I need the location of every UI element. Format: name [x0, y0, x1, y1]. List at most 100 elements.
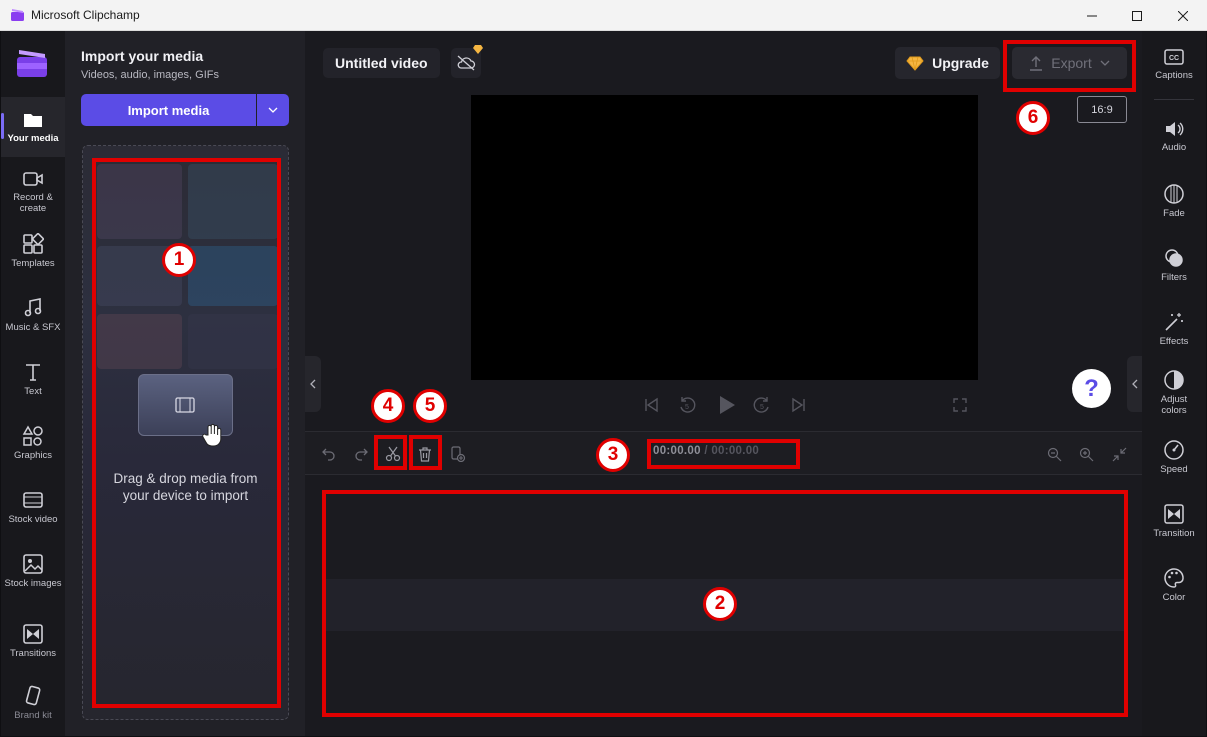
graphics-icon: [22, 425, 43, 446]
fit-timeline-button[interactable]: [1109, 444, 1129, 464]
nav-record-create[interactable]: Record & create: [1, 161, 65, 221]
nav-label: Transition: [1153, 528, 1195, 539]
nav-label: Fade: [1163, 208, 1185, 219]
media-drop-zone[interactable]: Drag & drop media from your device to im…: [82, 145, 289, 720]
cloud-sync-button[interactable]: [451, 45, 483, 78]
forward-5s-button[interactable]: 5: [752, 395, 772, 415]
nav-label: Your media: [7, 133, 59, 144]
delete-button[interactable]: [415, 444, 435, 464]
nav-label: Adjust colors: [1160, 394, 1188, 416]
nav-adjust-colors[interactable]: Adjust colors: [1142, 365, 1206, 425]
nav-label: Stock video: [8, 514, 58, 525]
left-nav: Your media Record & create Templates Mus…: [1, 31, 65, 736]
nav-fade[interactable]: Fade: [1142, 179, 1206, 239]
nav-brand-kit[interactable]: Brand kit: [1, 673, 65, 736]
nav-transitions[interactable]: Transitions: [1, 609, 65, 669]
export-label: Export: [1051, 55, 1092, 71]
project-title[interactable]: Untitled video: [323, 48, 440, 78]
app-window: Your media Record & create Templates Mus…: [1, 31, 1206, 736]
minimize-icon: [1087, 15, 1097, 16]
nav-stock-video[interactable]: Stock video: [1, 481, 65, 541]
upgrade-button[interactable]: Upgrade: [895, 47, 1000, 79]
timeline-toolbar: 00:00.00 / 00:00.00: [305, 431, 1142, 475]
minimize-button[interactable]: [1069, 0, 1115, 31]
undo-icon: [322, 448, 335, 461]
blurred-thumbnail: [188, 246, 278, 306]
nav-label: Text: [24, 386, 42, 397]
aspect-ratio-button[interactable]: 16:9: [1077, 96, 1127, 123]
import-media-button[interactable]: Import media: [81, 94, 256, 126]
film-icon: [23, 492, 43, 508]
nav-label: Stock images: [4, 578, 62, 589]
skip-forward-icon: [792, 397, 805, 413]
nav-text[interactable]: Text: [1, 353, 65, 413]
brand-kit-icon: [25, 685, 41, 706]
rewind-5s-button[interactable]: 5: [677, 395, 697, 415]
nav-templates[interactable]: Templates: [1, 225, 65, 285]
clipchamp-app-icon: [11, 9, 24, 21]
nav-color[interactable]: Color: [1142, 563, 1206, 623]
nav-transition[interactable]: Transition: [1142, 499, 1206, 559]
premium-gem-icon: [473, 45, 483, 54]
play-button[interactable]: [715, 393, 739, 417]
nav-stock-images[interactable]: Stock images: [1, 545, 65, 605]
media-panel-title: Import your media: [81, 48, 204, 64]
nav-label: Record & create: [13, 192, 53, 214]
collapse-media-panel-button[interactable]: [305, 356, 321, 412]
video-preview[interactable]: [471, 95, 978, 380]
transitions-icon: [23, 624, 43, 644]
svg-text:CC: CC: [1169, 55, 1179, 62]
media-panel: Import your media Videos, audio, images,…: [65, 31, 305, 736]
annotation-badge: 5: [413, 389, 447, 423]
nav-label: Speed: [1160, 464, 1188, 475]
help-button[interactable]: ?: [1072, 369, 1111, 408]
current-time: 00:00.00: [653, 445, 701, 457]
window-titlebar: Microsoft Clipchamp: [0, 0, 1207, 31]
nav-captions[interactable]: CC Captions: [1142, 41, 1206, 101]
redo-icon: [355, 448, 368, 461]
blurred-thumbnail: [188, 164, 278, 239]
nav-filters[interactable]: Filters: [1142, 243, 1206, 303]
svg-text:5: 5: [760, 404, 764, 411]
collapse-right-panel-button[interactable]: [1127, 356, 1142, 412]
maximize-icon: [1132, 10, 1142, 21]
nav-audio[interactable]: Audio: [1142, 115, 1206, 175]
nav-graphics[interactable]: Graphics: [1, 417, 65, 477]
timecode-display: 00:00.00 / 00:00.00: [653, 445, 759, 457]
zoom-out-button[interactable]: [1044, 444, 1064, 464]
skip-back-icon: [645, 397, 658, 413]
palette-icon: [1164, 568, 1184, 588]
fullscreen-button[interactable]: [950, 395, 970, 415]
skip-forward-button[interactable]: [789, 395, 809, 415]
folder-icon: [24, 114, 42, 127]
import-options-dropdown[interactable]: [257, 94, 289, 126]
nav-your-media[interactable]: Your media: [1, 97, 65, 157]
hand-cursor-icon: [202, 423, 222, 447]
skip-back-button[interactable]: [641, 395, 661, 415]
redo-button[interactable]: [351, 444, 371, 464]
nav-label: Graphics: [13, 450, 52, 461]
nav-effects[interactable]: Effects: [1142, 307, 1206, 367]
templates-icon: [23, 233, 44, 254]
nav-speed[interactable]: Speed: [1142, 435, 1206, 495]
clipchamp-logo: [17, 50, 47, 77]
nav-label: Transitions: [9, 648, 57, 659]
nav-music-sfx[interactable]: Music & SFX: [1, 289, 65, 349]
editor-center: Untitled video Upgrade Export 16:9 5 5 ?…: [305, 31, 1142, 736]
export-button[interactable]: Export: [1012, 47, 1127, 79]
maximize-button[interactable]: [1114, 0, 1160, 31]
duplicate-button[interactable]: [448, 444, 468, 464]
upgrade-label: Upgrade: [932, 55, 989, 71]
duplicate-icon: [451, 446, 466, 462]
image-icon: [23, 554, 43, 574]
scissors-icon: [385, 446, 401, 462]
text-icon: [26, 364, 40, 381]
split-button[interactable]: [383, 444, 403, 464]
undo-button[interactable]: [319, 444, 339, 464]
magic-wand-icon: [1165, 313, 1183, 331]
chevron-left-icon: [310, 379, 316, 389]
close-icon: [1178, 10, 1188, 21]
zoom-in-button[interactable]: [1076, 444, 1096, 464]
music-icon: [24, 298, 42, 317]
close-button[interactable]: [1160, 0, 1206, 31]
